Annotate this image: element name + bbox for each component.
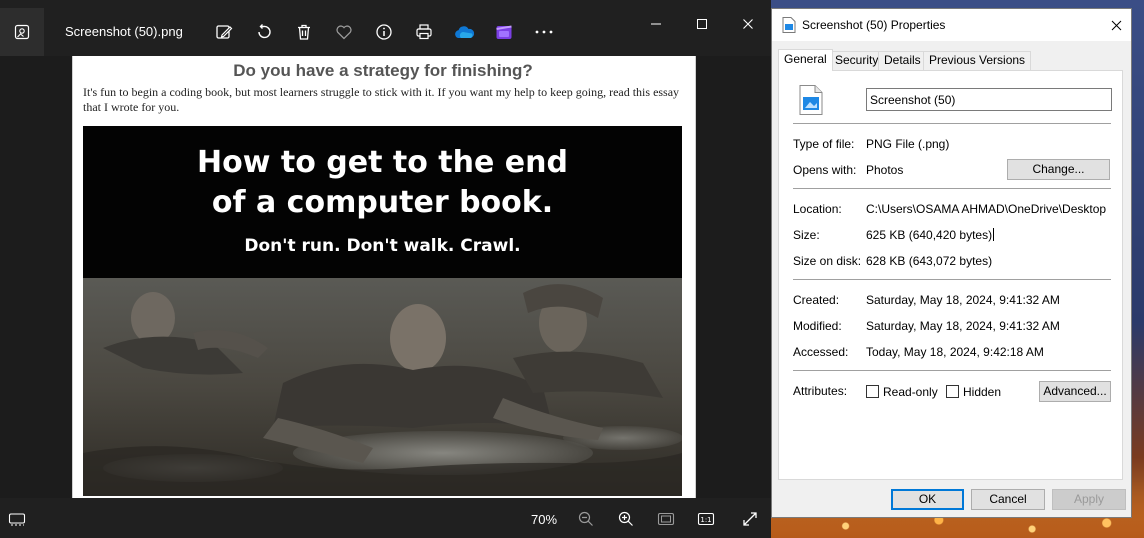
edit-image-button[interactable] — [213, 21, 235, 43]
displayed-image: Do you have a strategy for finishing? It… — [72, 56, 696, 498]
info-icon — [376, 24, 392, 40]
apply-button[interactable]: Apply — [1052, 489, 1126, 510]
hidden-checkbox[interactable] — [946, 385, 959, 398]
location-label: Location: — [793, 202, 842, 216]
banner-title-line1: How to get to the end — [197, 145, 568, 180]
delete-icon — [298, 24, 310, 40]
size-value-row: 625 KB (640,420 bytes) — [866, 228, 995, 242]
size-on-disk-value: 628 KB (643,072 bytes) — [866, 254, 993, 268]
image-banner: How to get to the end of a computer book… — [83, 126, 682, 496]
read-only-checkbox[interactable] — [866, 385, 879, 398]
type-of-file-value: PNG File (.png) — [866, 137, 950, 151]
close-icon — [743, 19, 753, 29]
read-only-label[interactable]: Read-only — [883, 385, 938, 399]
delete-button[interactable] — [293, 21, 315, 43]
minimize-icon — [651, 23, 661, 25]
rotate-icon — [258, 24, 271, 39]
png-file-icon — [782, 17, 796, 33]
type-of-file-label: Type of file: — [793, 137, 855, 151]
svg-text:1:1: 1:1 — [700, 516, 711, 524]
heart-icon — [336, 25, 352, 40]
photos-statusbar: 70% 1:1 — [0, 498, 771, 538]
gallery-icon — [14, 24, 30, 40]
image-viewer[interactable]: Do you have a strategy for finishing? It… — [0, 56, 771, 498]
expand-icon — [743, 512, 757, 526]
favorite-button[interactable] — [333, 21, 355, 43]
fit-window-icon — [657, 512, 675, 526]
image-paragraph: It's fun to begin a coding book, but mos… — [83, 85, 680, 114]
hidden-label[interactable]: Hidden — [963, 385, 1001, 399]
separator — [793, 188, 1111, 189]
change-button[interactable]: Change... — [1007, 159, 1110, 180]
dialog-close-button[interactable] — [1106, 15, 1126, 35]
maximize-button[interactable] — [690, 12, 714, 36]
close-window-button[interactable] — [736, 12, 760, 36]
more-icon — [535, 30, 553, 34]
tab-previous-versions[interactable]: Previous Versions — [923, 51, 1032, 70]
filmstrip-button[interactable] — [7, 509, 27, 529]
dialog-title: Screenshot (50) Properties — [802, 18, 946, 32]
text-cursor — [993, 228, 995, 241]
cancel-button[interactable]: Cancel — [971, 489, 1045, 510]
onedrive-icon — [455, 26, 475, 38]
zoom-in-icon — [618, 511, 633, 526]
rotate-button[interactable] — [253, 21, 275, 43]
minimize-button[interactable] — [644, 12, 668, 36]
ok-button[interactable]: OK — [891, 489, 964, 510]
accessed-label: Accessed: — [793, 345, 849, 359]
file-title: Screenshot (50).png — [65, 24, 183, 39]
file-name-field[interactable] — [866, 88, 1112, 111]
zoom-in-button[interactable] — [616, 509, 636, 529]
gallery-button[interactable] — [0, 8, 44, 56]
actual-size-button[interactable]: 1:1 — [696, 509, 716, 529]
clipchamp-button[interactable] — [493, 21, 515, 43]
modified-label: Modified: — [793, 319, 842, 333]
modified-value: Saturday, May 18, 2024, 9:41:32 AM — [866, 319, 1060, 333]
photos-app-window: Screenshot (50).png Do you have a strate… — [0, 0, 771, 538]
tab-security[interactable]: Security — [829, 51, 885, 70]
opens-with-label: Opens with: — [793, 163, 857, 177]
general-tab-panel: Type of file: PNG File (.png) Opens with… — [778, 70, 1123, 480]
advanced-button[interactable]: Advanced... — [1039, 381, 1111, 402]
fullscreen-button[interactable] — [740, 509, 760, 529]
actual-size-icon: 1:1 — [697, 512, 715, 526]
print-button[interactable] — [413, 21, 435, 43]
dialog-titlebar: Screenshot (50) Properties — [772, 9, 1131, 41]
created-label: Created: — [793, 293, 840, 307]
zoom-level[interactable]: 70% — [531, 512, 557, 527]
attributes-label: Attributes: — [793, 384, 848, 398]
close-icon — [1111, 20, 1121, 30]
photos-titlebar: Screenshot (50).png — [0, 0, 771, 56]
png-file-icon — [799, 85, 823, 115]
location-value: C:\Users\OSAMA AHMAD\OneDrive\Desktop — [866, 202, 1107, 216]
created-value: Saturday, May 18, 2024, 9:41:32 AM — [866, 293, 1060, 307]
opens-with-value: Photos — [866, 163, 904, 177]
clipchamp-icon — [496, 25, 512, 39]
size-label: Size: — [793, 228, 820, 242]
banner-title-line2: of a computer book. — [211, 185, 554, 220]
print-icon — [416, 24, 432, 40]
mud-crawl-photo — [83, 278, 682, 496]
size-on-disk-label: Size on disk: — [793, 254, 862, 268]
size-value: 625 KB (640,420 bytes) — [866, 228, 993, 242]
separator — [793, 279, 1111, 280]
file-info-button[interactable] — [373, 21, 395, 43]
image-heading: Do you have a strategy for finishing? — [233, 61, 533, 80]
properties-dialog: Screenshot (50) Properties General Secur… — [771, 8, 1132, 518]
edit-image-icon — [216, 25, 233, 39]
tab-general[interactable]: General — [778, 49, 833, 71]
onedrive-button[interactable] — [453, 21, 475, 43]
maximize-icon — [697, 19, 707, 29]
banner-subtitle: Don't run. Don't walk. Crawl. — [244, 236, 521, 256]
separator — [793, 123, 1111, 124]
fit-to-window-button[interactable] — [656, 509, 676, 529]
zoom-out-icon — [578, 511, 593, 526]
zoom-out-button[interactable] — [576, 509, 596, 529]
accessed-value: Today, May 18, 2024, 9:42:18 AM — [866, 345, 1044, 359]
filmstrip-icon — [8, 513, 26, 526]
tab-details[interactable]: Details — [878, 51, 927, 70]
more-options-button[interactable] — [533, 21, 555, 43]
separator — [793, 370, 1111, 371]
